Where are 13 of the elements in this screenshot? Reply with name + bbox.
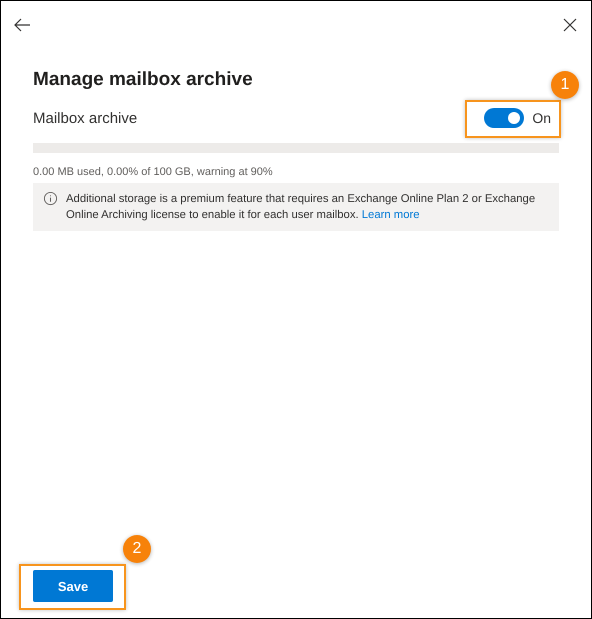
toggle-switch[interactable] bbox=[484, 108, 524, 128]
setting-label: Mailbox archive bbox=[33, 110, 138, 126]
learn-more-link[interactable]: Learn more bbox=[362, 209, 420, 221]
info-text: Additional storage is a premium feature that requires an Exchange Online Plan 2 or Exchange Online Archiving license to enable it for each user mailbox. Learn more bbox=[66, 192, 536, 223]
toggle-state: On bbox=[532, 110, 551, 126]
back-icon[interactable] bbox=[13, 16, 31, 34]
info-icon bbox=[43, 191, 58, 206]
save-button[interactable]: Save bbox=[33, 570, 113, 602]
step-badge: 2 bbox=[123, 535, 151, 563]
usage-text: 0.00 MB used, 0.00% of 100 GB, warning at 90% bbox=[33, 166, 274, 178]
close-icon[interactable] bbox=[561, 16, 579, 34]
step-badge: 1 bbox=[551, 71, 579, 99]
panel-title: Manage mailbox archive bbox=[33, 69, 254, 91]
